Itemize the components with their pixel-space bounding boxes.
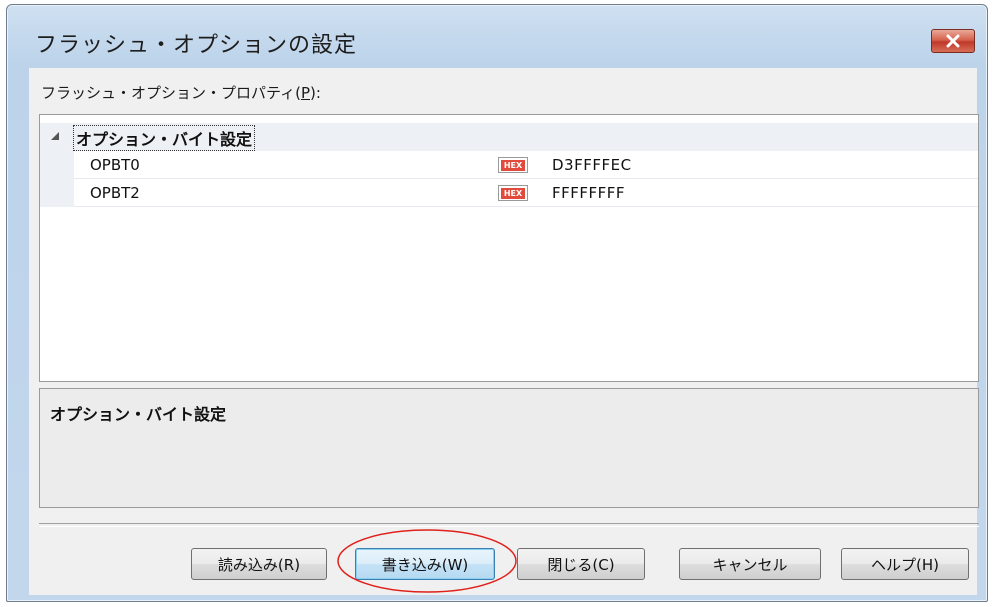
help-button[interactable]: ヘルプ(H)	[841, 548, 969, 580]
property-value[interactable]: D3FFFFEC	[552, 156, 632, 174]
description-title: オプション・バイト設定	[50, 405, 227, 424]
close-icon	[946, 34, 960, 48]
read-button[interactable]: 読み込み(R)	[191, 548, 327, 580]
close-button[interactable]	[931, 29, 975, 53]
property-row[interactable]: OPBT2 HEX FFFFFFFF	[40, 179, 978, 207]
property-name: OPBT2	[90, 184, 140, 202]
property-row[interactable]: OPBT0 HEX D3FFFFEC	[40, 151, 978, 179]
hex-icon: HEX	[498, 185, 528, 201]
collapse-triangle-icon[interactable]	[50, 131, 60, 141]
write-button[interactable]: 書き込み(W)	[355, 548, 495, 580]
dialog-window: フラッシュ・オプションの設定 フラッシュ・オプション・プロパティ(P): オプシ…	[6, 4, 988, 602]
property-grid[interactable]: オプション・バイト設定 OPBT0 HEX D3FFFFEC OPBT2 HEX…	[39, 114, 979, 382]
description-panel: オプション・バイト設定	[39, 388, 979, 508]
dialog-title: フラッシュ・オプションの設定	[35, 33, 358, 58]
close-dialog-button[interactable]: 閉じる(C)	[517, 548, 645, 580]
property-name: OPBT0	[90, 156, 140, 174]
property-grid-label: フラッシュ・オプション・プロパティ(P):	[41, 84, 321, 102]
dialog-client-area: フラッシュ・オプション・プロパティ(P): オプション・バイト設定 OPBT0 …	[29, 68, 979, 595]
category-row[interactable]: オプション・バイト設定	[40, 123, 978, 151]
property-value[interactable]: FFFFFFFF	[552, 184, 625, 202]
category-label: オプション・バイト設定	[72, 125, 256, 151]
divider	[39, 523, 979, 527]
cancel-button[interactable]: キャンセル	[679, 548, 821, 580]
hex-icon: HEX	[498, 157, 528, 173]
